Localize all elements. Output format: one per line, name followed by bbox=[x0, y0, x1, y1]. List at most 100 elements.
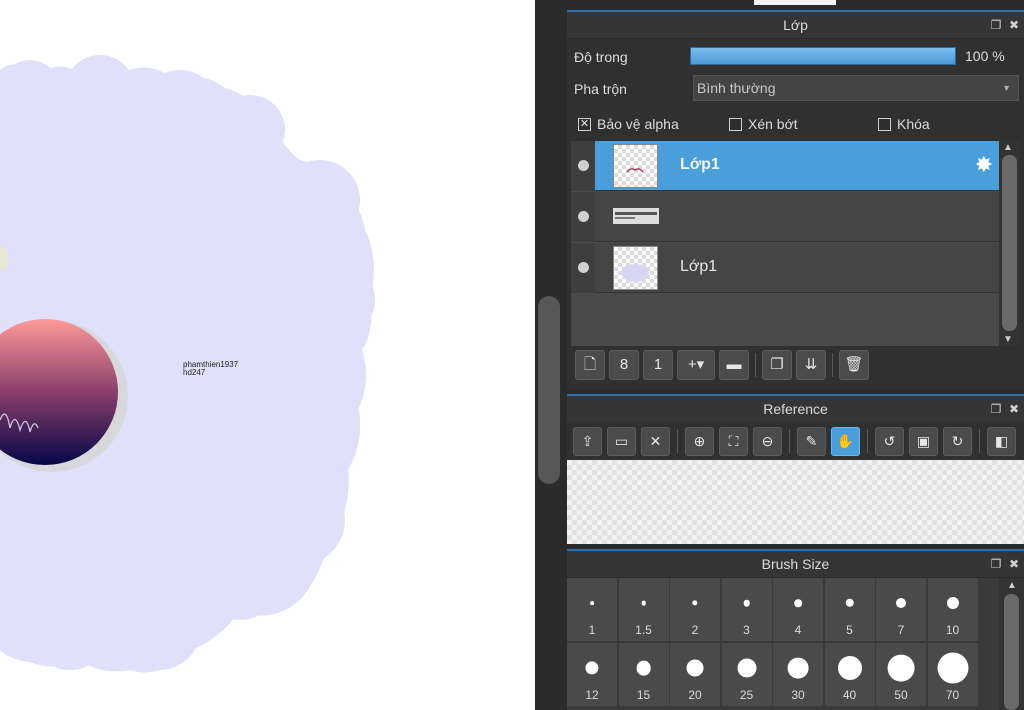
brush-size-cell[interactable]: 2 bbox=[670, 578, 721, 642]
brush-dot-icon bbox=[585, 661, 599, 675]
blend-label: Pha trộn bbox=[574, 81, 627, 97]
layer-row[interactable]: Lớp1 bbox=[571, 243, 999, 293]
blend-mode-select[interactable]: Bình thường ▼ bbox=[693, 75, 1019, 101]
paint-app-window: phamthien1937 hd247 Lớp ❐ ✖ Độ trong 100… bbox=[0, 0, 1024, 710]
checkbox-clipping[interactable]: Xén bớt bbox=[729, 116, 798, 132]
brush-size-cell[interactable]: 5 bbox=[824, 578, 876, 642]
hand-icon[interactable]: ✋ bbox=[831, 426, 860, 456]
brush-dot-icon bbox=[845, 598, 854, 608]
brush-dot-icon bbox=[641, 600, 646, 606]
brush-grid-scroll-thumb[interactable] bbox=[1004, 594, 1019, 710]
layer-panel-header: Lớp ❐ ✖ bbox=[567, 10, 1024, 38]
checkbox-protect-alpha[interactable]: ✕ Bảo vệ alpha bbox=[578, 116, 679, 132]
brush-size-label: 70 bbox=[945, 688, 960, 702]
brush-size-cell[interactable]: 10 bbox=[927, 578, 979, 642]
zoom-in-icon[interactable]: ⊕ bbox=[685, 426, 714, 456]
zoom-out-icon[interactable]: ⊖ bbox=[753, 426, 782, 456]
scroll-down-icon[interactable]: ▼ bbox=[1003, 334, 1013, 345]
layer-list: Lớp1 ✸ Lớp1 bbox=[571, 141, 999, 346]
brush-size-label: 20 bbox=[688, 688, 702, 702]
rotate-left-icon[interactable]: ↺ bbox=[875, 426, 904, 456]
duplicate-8bit-layer-icon[interactable]: 8 bbox=[609, 350, 639, 380]
checkbox-checked-icon[interactable]: ✕ bbox=[578, 117, 591, 131]
top-tab-strip[interactable] bbox=[754, 0, 836, 5]
brush-size-cell[interactable]: 1.5 bbox=[618, 578, 670, 642]
brush-size-label: 50 bbox=[894, 688, 908, 702]
visibility-toggle[interactable] bbox=[571, 192, 595, 242]
copy-layer-icon[interactable]: ❐ bbox=[762, 350, 792, 380]
brush-size-cell[interactable]: 4 bbox=[773, 578, 824, 642]
layer-row[interactable] bbox=[571, 192, 999, 242]
gear-icon[interactable]: ✸ bbox=[975, 153, 993, 177]
reset-icon[interactable]: ▣ bbox=[909, 426, 938, 456]
folder-icon[interactable]: ▬ bbox=[719, 350, 749, 380]
close-icon[interactable]: ✖ bbox=[1008, 558, 1020, 570]
brush-size-label: 3 bbox=[743, 623, 750, 637]
brush-dot-icon bbox=[937, 652, 968, 684]
eyedropper-icon[interactable]: ✎ bbox=[797, 426, 826, 456]
brush-size-cell[interactable]: 15 bbox=[618, 643, 670, 707]
brush-dot-icon bbox=[895, 597, 907, 609]
undock-icon[interactable]: ❐ bbox=[990, 19, 1002, 31]
drawing-canvas[interactable]: phamthien1937 hd247 bbox=[0, 0, 535, 710]
scroll-up-icon[interactable]: ▲ bbox=[1007, 580, 1017, 591]
layer-list-scroll-thumb[interactable] bbox=[1002, 155, 1017, 331]
brush-size-cell[interactable]: 30 bbox=[773, 643, 824, 707]
checkbox-lock[interactable]: Khóa bbox=[878, 116, 930, 132]
brush-size-label: 1.5 bbox=[635, 623, 652, 637]
merge-down-icon[interactable]: ⇊ bbox=[796, 350, 826, 380]
brush-size-cell[interactable]: 7 bbox=[876, 578, 927, 642]
brush-size-cell[interactable]: 70 bbox=[927, 643, 979, 707]
layer-list-scrollbar[interactable]: ▲ ▼ bbox=[999, 141, 1020, 346]
reference-panel-title: Reference bbox=[763, 401, 828, 417]
brush-size-label: 25 bbox=[739, 688, 754, 702]
layer-thumbnail bbox=[613, 144, 658, 188]
undock-icon[interactable]: ❐ bbox=[990, 403, 1002, 415]
rotate-right-icon[interactable]: ↻ bbox=[943, 426, 972, 456]
fit-icon[interactable]: ⛶ bbox=[719, 426, 748, 456]
brush-size-label: 15 bbox=[636, 688, 651, 702]
brush-size-cell[interactable]: 20 bbox=[670, 643, 721, 707]
opacity-label: Độ trong bbox=[574, 49, 628, 65]
brush-size-cell[interactable]: 25 bbox=[721, 643, 773, 707]
brush-size-cell[interactable]: 50 bbox=[876, 643, 927, 707]
brush-size-panel-title: Brush Size bbox=[761, 556, 830, 572]
undock-icon[interactable]: ❐ bbox=[990, 558, 1002, 570]
checkbox-empty-icon[interactable] bbox=[878, 117, 891, 131]
chevron-down-icon: ▼ bbox=[1002, 83, 1011, 93]
visibility-toggle[interactable] bbox=[571, 141, 595, 191]
open-folder-icon[interactable]: ▭ bbox=[607, 426, 636, 456]
opacity-value: 100 % bbox=[965, 48, 1005, 64]
flip-icon[interactable]: ◧ bbox=[987, 426, 1016, 456]
checkbox-clipping-label: Xén bớt bbox=[748, 116, 798, 132]
layer-panel-title: Lớp bbox=[783, 17, 808, 33]
checkbox-empty-icon[interactable] bbox=[729, 117, 742, 131]
opacity-slider[interactable] bbox=[690, 47, 956, 65]
new-layer-icon[interactable]: 🗋 bbox=[575, 350, 605, 380]
toolbar-separator bbox=[789, 429, 790, 453]
close-icon[interactable]: ✖ bbox=[1008, 19, 1020, 31]
close-icon[interactable]: ✖ bbox=[1008, 403, 1020, 415]
visibility-dot-icon bbox=[578, 211, 589, 222]
brush-dot-icon bbox=[590, 601, 594, 605]
upload-icon[interactable]: ⇪ bbox=[573, 426, 602, 456]
reference-canvas[interactable] bbox=[567, 460, 1024, 544]
layer-thumbnail bbox=[613, 246, 658, 290]
brush-size-cell[interactable]: 40 bbox=[824, 643, 876, 707]
brush-size-cell[interactable]: 12 bbox=[567, 643, 618, 707]
layer-row[interactable]: Lớp1 ✸ bbox=[571, 141, 999, 191]
brush-grid-scrollbar[interactable]: ▲ bbox=[999, 578, 1024, 710]
toolbar-separator bbox=[832, 353, 833, 377]
scrollbar-thumb[interactable] bbox=[538, 296, 560, 484]
visibility-toggle[interactable] bbox=[571, 243, 595, 293]
new-1bit-layer-icon[interactable]: 1 bbox=[643, 350, 673, 380]
close-icon[interactable]: ✕ bbox=[641, 426, 670, 456]
brush-size-label: 2 bbox=[691, 623, 699, 637]
brush-size-cell[interactable]: 1 bbox=[567, 578, 618, 642]
canvas-vertical-scrollbar[interactable] bbox=[535, 0, 563, 710]
add-layer-menu-icon[interactable]: +▾ bbox=[677, 350, 715, 380]
scroll-up-icon[interactable]: ▲ bbox=[1003, 142, 1013, 153]
brush-size-cell[interactable]: 3 bbox=[721, 578, 773, 642]
delete-layer-icon[interactable]: 🗑 bbox=[839, 350, 869, 380]
canvas-text-line2: hd247 bbox=[183, 368, 206, 377]
